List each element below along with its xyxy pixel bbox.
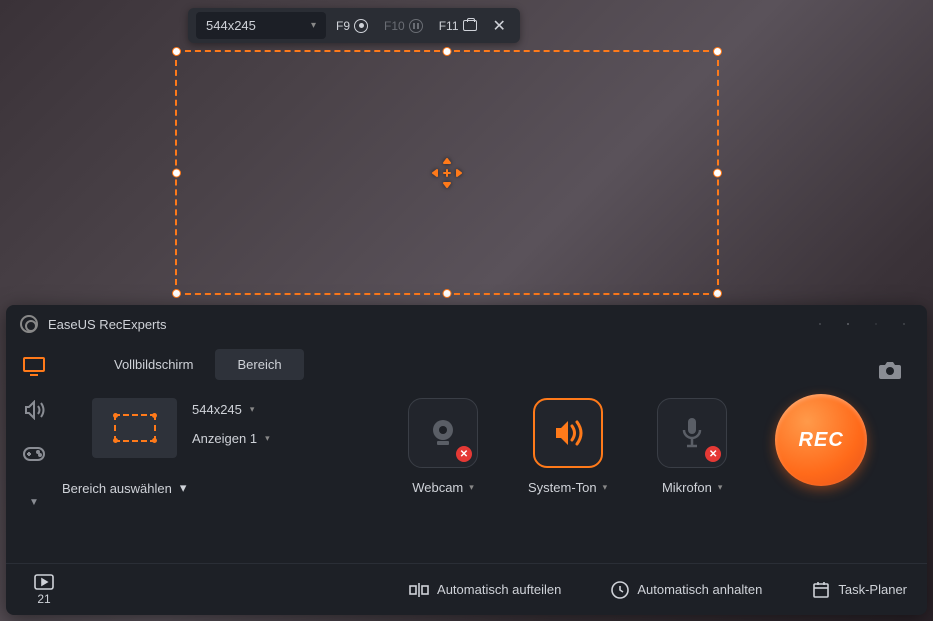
- move-handle[interactable]: [429, 155, 465, 191]
- chevron-down-icon: ▾: [250, 404, 255, 415]
- minimize-button[interactable]: [867, 315, 885, 333]
- app-logo-icon: [20, 315, 38, 333]
- sidebar-item-game[interactable]: [21, 443, 47, 465]
- resize-handle-bl[interactable]: [172, 289, 181, 298]
- close-button[interactable]: [895, 315, 913, 333]
- resolution-dropdown[interactable]: 544x245 ▾: [196, 12, 326, 39]
- pause-icon: [409, 19, 423, 33]
- record-icon: [354, 19, 368, 33]
- record-button[interactable]: REC: [775, 394, 867, 486]
- main-panel: EaseUS RecExperts ▼: [6, 305, 927, 615]
- hotkey-record[interactable]: F9: [330, 15, 374, 37]
- chevron-down-icon: ▾: [311, 20, 316, 31]
- chevron-down-icon: ▾: [265, 433, 270, 444]
- chevron-down-icon: ▾: [469, 482, 474, 493]
- chevron-down-icon: ▾: [180, 480, 187, 496]
- webcam-toggle[interactable]: ✕: [408, 398, 478, 468]
- resize-handle-tl[interactable]: [172, 47, 181, 56]
- selection-rectangle[interactable]: [175, 50, 719, 295]
- recordings-count: 21: [37, 592, 50, 606]
- sidebar-item-audio[interactable]: [21, 399, 47, 421]
- task-planner-button[interactable]: Task-Planer: [812, 581, 907, 599]
- app-title: EaseUS RecExperts: [48, 317, 167, 332]
- menu-button[interactable]: [839, 315, 857, 333]
- disabled-badge-icon: ✕: [456, 446, 472, 462]
- resize-handle-t[interactable]: [443, 47, 452, 56]
- settings-button[interactable]: [811, 315, 829, 333]
- area-preview[interactable]: [92, 398, 177, 458]
- display-dropdown[interactable]: Anzeigen 1 ▾: [192, 431, 322, 446]
- resize-handle-br[interactable]: [713, 289, 722, 298]
- camera-icon: [463, 20, 477, 31]
- recordings-button[interactable]: 21: [26, 574, 62, 606]
- titlebar: EaseUS RecExperts: [6, 305, 927, 343]
- hotkey-screenshot[interactable]: F11: [433, 15, 483, 37]
- webcam-dropdown[interactable]: Webcam ▾: [412, 480, 474, 495]
- chevron-down-icon: ▾: [718, 482, 723, 493]
- system-audio-dropdown[interactable]: System-Ton ▾: [528, 480, 607, 495]
- area-resolution-dropdown[interactable]: 544x245 ▾: [192, 402, 322, 417]
- auto-split-button[interactable]: Automatisch aufteilen: [409, 582, 561, 598]
- close-toolbar-button[interactable]: ✕: [487, 14, 512, 38]
- sidebar: ▼: [6, 343, 62, 563]
- tab-region[interactable]: Bereich: [215, 349, 303, 380]
- resolution-value: 544x245: [206, 18, 256, 33]
- screenshot-button[interactable]: [877, 359, 905, 381]
- system-audio-toggle[interactable]: [533, 398, 603, 468]
- sidebar-expand[interactable]: ▼: [21, 491, 47, 513]
- auto-stop-button[interactable]: Automatisch anhalten: [611, 581, 762, 599]
- select-area-dropdown[interactable]: Bereich auswählen ▾: [62, 460, 322, 496]
- microphone-dropdown[interactable]: Mikrofon ▾: [662, 480, 722, 495]
- mode-tabs: Vollbildschirm Bereich: [92, 349, 907, 380]
- sidebar-item-screen[interactable]: [21, 355, 47, 377]
- resize-handle-tr[interactable]: [713, 47, 722, 56]
- resize-handle-b[interactable]: [443, 289, 452, 298]
- footer: 21 Automatisch aufteilen Automatisch anh…: [6, 563, 927, 615]
- chevron-down-icon: ▾: [603, 482, 608, 493]
- microphone-toggle[interactable]: ✕: [657, 398, 727, 468]
- capture-toolbar: 544x245 ▾ F9 F10 F11 ✕: [188, 8, 520, 43]
- resize-handle-r[interactable]: [713, 168, 722, 177]
- disabled-badge-icon: ✕: [705, 446, 721, 462]
- hotkey-pause[interactable]: F10: [378, 15, 429, 37]
- tab-fullscreen[interactable]: Vollbildschirm: [92, 349, 215, 380]
- resize-handle-l[interactable]: [172, 168, 181, 177]
